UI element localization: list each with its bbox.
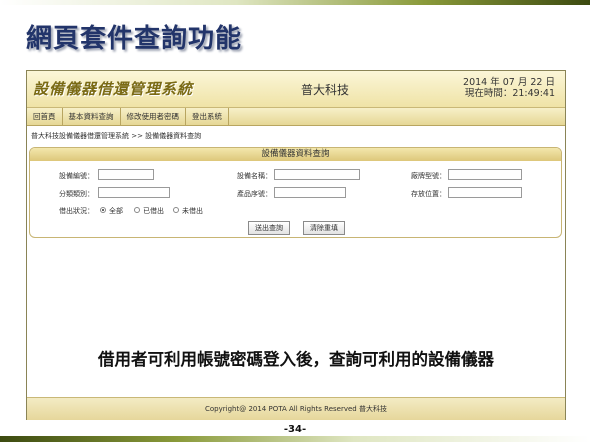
query-form-panel: 設備儀器資料查詢 設備編號： 設備名稱： 廠牌型號： 分類類別： 產品序號： 存… xyxy=(29,147,562,238)
slide-caption: 借用者可利用帳號密碼登入後，查詢可利用的設備儀器 xyxy=(98,350,494,369)
device-name-label: 設備名稱： xyxy=(237,172,272,180)
menu-home[interactable]: 回首頁 xyxy=(27,108,63,125)
device-name-input[interactable] xyxy=(274,169,360,180)
submit-query-button[interactable]: 送出查詢 xyxy=(248,221,290,235)
serial-no-input[interactable] xyxy=(274,187,346,198)
brand-model-label: 廠牌型號： xyxy=(411,172,446,180)
current-date: 2014 年 07 月 22 日 xyxy=(463,77,555,88)
menu-change-password[interactable]: 修改使用者密碼 xyxy=(121,108,186,125)
serial-no-label: 產品序號： xyxy=(237,190,272,198)
status-loaned-label: 已借出 xyxy=(143,207,164,215)
breadcrumb: 普大科技設備儀器借還管理系統 >> 設備儀器資料查詢 xyxy=(31,132,202,140)
menu-logout[interactable]: 登出系統 xyxy=(186,108,229,125)
loan-status-label: 借出狀況： xyxy=(59,207,94,215)
location-label: 存放位置： xyxy=(411,190,446,198)
slide-top-band xyxy=(0,0,590,5)
menu-basic-query[interactable]: 基本資料查詢 xyxy=(63,108,121,125)
category-input[interactable] xyxy=(98,187,170,198)
device-id-input[interactable] xyxy=(98,169,154,180)
page-number: -34- xyxy=(283,424,307,435)
device-id-label: 設備編號： xyxy=(59,172,94,180)
slide-title: 網頁套件查詢功能 xyxy=(26,24,243,54)
status-available-radio[interactable] xyxy=(173,207,179,213)
date-time-display: 2014 年 07 月 22 日 現在時間：21:49:41 xyxy=(463,77,555,99)
status-all-radio[interactable] xyxy=(100,207,106,213)
company-name: 普大科技 xyxy=(301,83,350,97)
category-label: 分類類別： xyxy=(59,190,94,198)
app-window: 設備儀器借還管理系統 普大科技 2014 年 07 月 22 日 現在時間：21… xyxy=(26,70,566,420)
slide-bottom-band xyxy=(0,436,590,442)
status-all-label: 全部 xyxy=(109,207,123,215)
status-available-label: 未借出 xyxy=(182,207,203,215)
status-loaned-radio[interactable] xyxy=(134,207,140,213)
app-footer: Copyright@ 2014 POTA All Rights Reserved… xyxy=(27,397,565,420)
reset-form-button[interactable]: 清除重填 xyxy=(303,221,345,235)
location-input[interactable] xyxy=(448,187,522,198)
app-logo: 設備儀器借還管理系統 xyxy=(33,80,194,98)
app-header: 設備儀器借還管理系統 普大科技 2014 年 07 月 22 日 現在時間：21… xyxy=(27,71,565,108)
query-form-title: 設備儀器資料查詢 xyxy=(30,148,561,161)
brand-model-input[interactable] xyxy=(448,169,522,180)
main-menu: 回首頁 基本資料查詢 修改使用者密碼 登出系統 xyxy=(27,108,565,126)
current-time: 現在時間：21:49:41 xyxy=(464,88,555,99)
